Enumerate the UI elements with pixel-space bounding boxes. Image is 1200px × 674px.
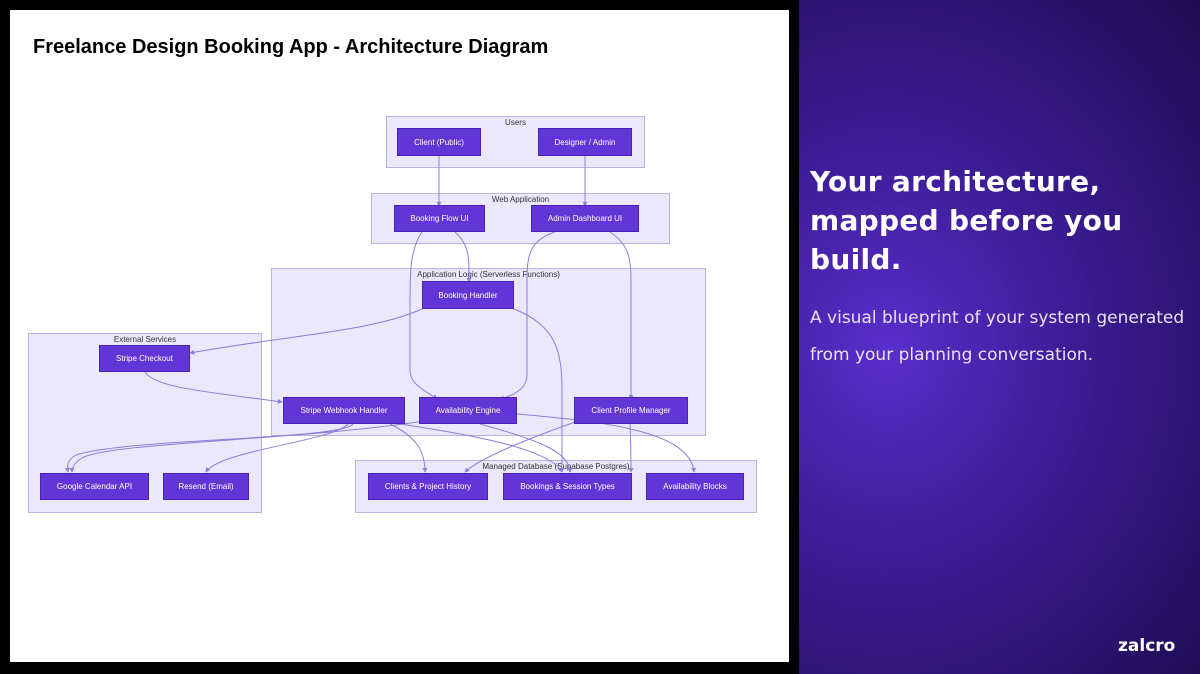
diagram-title: Freelance Design Booking App - Architect… — [33, 36, 549, 58]
group-label-managed-database: Managed Database (Supabase Postgres) — [482, 462, 630, 471]
group-label-web-application: Web Application — [491, 195, 550, 204]
panel-subtext: A visual blueprint of your system genera… — [810, 308, 1185, 365]
node-availability-blocks[interactable]: Availability Blocks — [646, 473, 744, 500]
node-stripe-checkout[interactable]: Stripe Checkout — [99, 345, 190, 372]
brand-logo: zalcro — [1118, 636, 1176, 656]
group-label-users: Users — [505, 118, 526, 127]
node-availability-engine[interactable]: Availability Engine — [419, 397, 517, 424]
node-booking-handler[interactable]: Booking Handler — [422, 281, 514, 309]
group-label-external-services: External Services — [113, 335, 177, 344]
node-client-public[interactable]: Client (Public) — [397, 128, 481, 156]
node-stripe-webhook-handler[interactable]: Stripe Webhook Handler — [283, 397, 405, 424]
node-booking-flow-ui[interactable]: Booking Flow UI — [394, 205, 485, 232]
node-bookings-session-types[interactable]: Bookings & Session Types — [503, 473, 632, 500]
promo-panel: Your architecture, mapped before you bui… — [799, 0, 1200, 674]
group-label-application-logic: Application Logic (Serverless Functions) — [417, 270, 560, 279]
node-client-profile-manager[interactable]: Client Profile Manager — [574, 397, 688, 424]
panel-headline: Your architecture, mapped before you bui… — [810, 165, 1123, 276]
node-designer-admin[interactable]: Designer / Admin — [538, 128, 632, 156]
node-clients-project-history[interactable]: Clients & Project History — [368, 473, 488, 500]
node-google-calendar-api[interactable]: Google Calendar API — [40, 473, 149, 500]
node-resend-email[interactable]: Resend (Email) — [163, 473, 249, 500]
node-admin-dashboard-ui[interactable]: Admin Dashboard UI — [531, 205, 639, 232]
diagram-canvas: Freelance Design Booking App - Architect… — [10, 10, 789, 662]
